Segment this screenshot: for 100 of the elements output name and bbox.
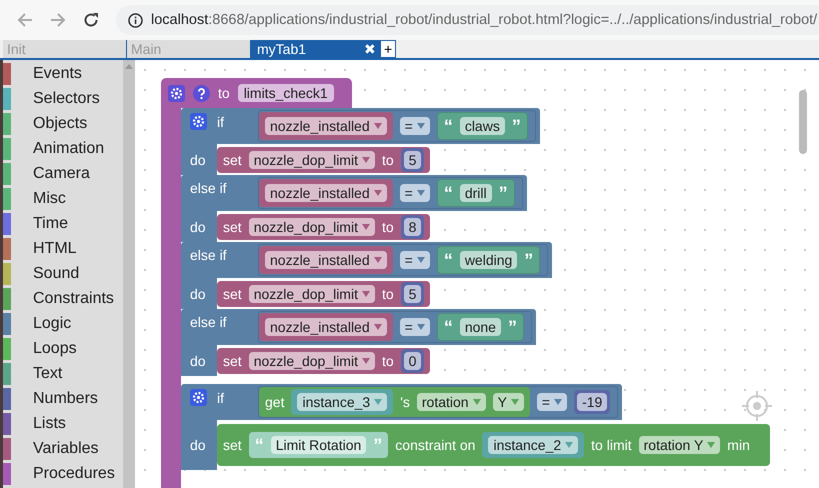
- category-item[interactable]: Procedures: [3, 461, 123, 486]
- category-item[interactable]: Text: [3, 361, 123, 386]
- scrollbar-track[interactable]: [123, 60, 135, 488]
- if-condition-row[interactable]: else if nozzle_installed = “ welding ”: [181, 242, 552, 278]
- caret-icon: [554, 399, 562, 405]
- category-item[interactable]: Misc: [3, 186, 123, 211]
- set-variable-block[interactable]: set nozzle_dop_limit to 0: [217, 348, 430, 374]
- category-item[interactable]: Events: [3, 61, 123, 86]
- object-dropdown[interactable]: instance_2: [488, 436, 578, 454]
- text-field[interactable]: Limit Rotation: [270, 436, 366, 454]
- scrollbar-thumb[interactable]: [799, 90, 807, 154]
- caret-icon: [472, 399, 481, 405]
- category-item[interactable]: Objects: [3, 111, 123, 136]
- if-condition-row[interactable]: else if nozzle_installed = “ none ”: [181, 309, 536, 345]
- keyword-text: to: [382, 218, 394, 234]
- text-field[interactable]: drill: [460, 184, 492, 202]
- compare-block[interactable]: nozzle_installed = “ welding ”: [258, 244, 548, 276]
- keyword-text: to: [218, 85, 230, 101]
- info-icon[interactable]: [128, 12, 143, 28]
- object-block[interactable]: instance_3: [291, 389, 394, 415]
- text-block[interactable]: “ claws ”: [436, 112, 528, 140]
- set-constraint-block[interactable]: set “ Limit Rotation ” constraint on instance_2 to limit rotation Y min: [217, 424, 770, 466]
- gear-icon[interactable]: [168, 84, 185, 102]
- keyword-text: set: [223, 286, 242, 302]
- if-condition-row[interactable]: else if nozzle_installed = “ drill ”: [181, 175, 527, 211]
- keyword-text: else if: [190, 247, 227, 263]
- category-item[interactable]: Animation: [3, 136, 123, 161]
- variable-block[interactable]: nozzle_installed: [259, 246, 393, 274]
- close-tab-button[interactable]: ✖: [361, 41, 379, 57]
- variable-dropdown[interactable]: nozzle_dop_limit: [248, 284, 375, 302]
- text-block[interactable]: “ drill ”: [436, 179, 515, 207]
- if-condition-row[interactable]: if nozzle_installed = “ claws ”: [181, 108, 540, 144]
- caret-icon: [374, 399, 382, 405]
- category-item[interactable]: Numbers: [3, 386, 123, 411]
- category-item[interactable]: Camera: [3, 161, 123, 186]
- get-property-block[interactable]: get instance_3 's rotation Y: [259, 387, 530, 417]
- reload-icon[interactable]: [83, 12, 99, 28]
- keyword-text: else if: [190, 314, 227, 330]
- caret-icon: [510, 399, 519, 405]
- category-item[interactable]: Selectors: [3, 86, 123, 111]
- property-dropdown[interactable]: rotation: [416, 393, 486, 411]
- category-item[interactable]: Logic: [3, 311, 123, 336]
- if-condition-row[interactable]: if get instance_3 's rotation Y = -19: [181, 384, 622, 420]
- text-block[interactable]: “ welding ”: [436, 246, 540, 274]
- object-dropdown[interactable]: instance_3: [297, 393, 388, 411]
- gear-icon[interactable]: [190, 389, 207, 406]
- text-block[interactable]: “ none ”: [436, 313, 524, 341]
- compare-block[interactable]: nozzle_installed = “ drill ”: [258, 177, 523, 209]
- operator-dropdown[interactable]: =: [536, 393, 568, 411]
- operator-dropdown[interactable]: =: [400, 318, 430, 336]
- keyword-text: set: [223, 152, 242, 168]
- operator-dropdown[interactable]: =: [400, 184, 430, 202]
- axis-dropdown[interactable]: Y: [492, 393, 524, 411]
- category-item[interactable]: Constraints: [3, 286, 123, 311]
- set-variable-block[interactable]: set nozzle_dop_limit to 8: [217, 214, 430, 240]
- text-field[interactable]: none: [460, 318, 501, 336]
- text-block[interactable]: “ Limit Rotation ”: [248, 432, 388, 458]
- variable-dropdown[interactable]: nozzle_dop_limit: [248, 218, 375, 236]
- variable-block[interactable]: nozzle_installed: [259, 179, 393, 207]
- variable-dropdown[interactable]: nozzle_installed: [265, 184, 387, 202]
- help-icon[interactable]: [193, 84, 210, 102]
- variable-block[interactable]: nozzle_installed: [259, 112, 393, 140]
- set-variable-block[interactable]: set nozzle_dop_limit to 5: [217, 146, 430, 172]
- keyword-text: else if: [190, 180, 227, 196]
- add-tab-button[interactable]: +: [380, 40, 396, 58]
- compare-block[interactable]: nozzle_installed = “ claws ”: [258, 110, 536, 142]
- variable-dropdown[interactable]: nozzle_installed: [265, 117, 387, 135]
- variable-dropdown[interactable]: nozzle_installed: [265, 318, 387, 336]
- variable-dropdown[interactable]: nozzle_dop_limit: [248, 352, 375, 370]
- text-field[interactable]: claws: [460, 117, 505, 135]
- compare-block[interactable]: nozzle_installed = “ none ”: [258, 311, 532, 343]
- keyword-text: set: [223, 352, 242, 368]
- property-dropdown[interactable]: rotation Y: [638, 436, 720, 454]
- keyword-text: to: [382, 286, 394, 302]
- operator-dropdown[interactable]: =: [400, 117, 430, 135]
- operator-dropdown[interactable]: =: [400, 251, 430, 269]
- quote-mark: ”: [498, 184, 508, 202]
- variable-dropdown[interactable]: nozzle_dop_limit: [248, 150, 375, 168]
- procedure-name-field[interactable]: limits_check1: [238, 84, 334, 102]
- caret-icon: [416, 190, 425, 196]
- category-item[interactable]: Sound: [3, 261, 123, 286]
- set-variable-block[interactable]: set nozzle_dop_limit to 5: [217, 280, 430, 306]
- text-field[interactable]: welding: [460, 251, 518, 269]
- quote-mark: “: [254, 436, 264, 454]
- procedure-header-block[interactable]: to limits_check1: [161, 78, 352, 108]
- category-item[interactable]: HTML: [3, 236, 123, 261]
- gear-icon[interactable]: [190, 113, 207, 130]
- category-item[interactable]: Loops: [3, 336, 123, 361]
- do-label: do: [181, 144, 217, 175]
- compare-block[interactable]: get instance_3 's rotation Y = -19: [258, 386, 618, 418]
- address-field[interactable]: localhost:8668/applications/industrial_robot/industrial_robot.html?logic=../../applications/industrial_robot/: [116, 5, 819, 35]
- category-item[interactable]: Variables: [3, 436, 123, 461]
- variable-dropdown[interactable]: nozzle_installed: [265, 251, 387, 269]
- tab[interactable]: myTab1 ✖: [251, 40, 380, 58]
- keyword-text: get: [265, 394, 284, 410]
- category-item[interactable]: Time: [3, 211, 123, 236]
- keyword-text: to: [382, 152, 394, 168]
- object-block[interactable]: instance_2: [482, 432, 584, 458]
- variable-block[interactable]: nozzle_installed: [259, 313, 393, 341]
- category-item[interactable]: Lists: [3, 411, 123, 436]
